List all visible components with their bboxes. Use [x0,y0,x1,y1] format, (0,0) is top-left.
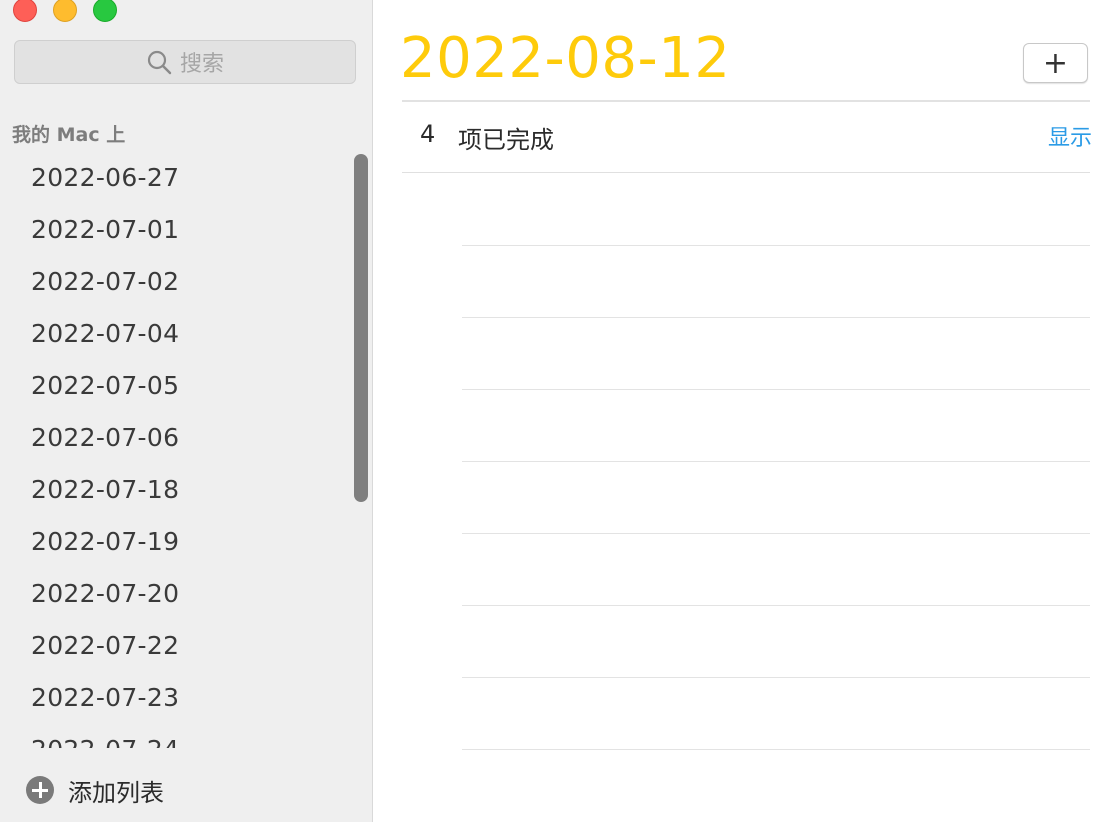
divider [402,172,1090,173]
zoom-window-button[interactable] [93,0,117,22]
add-circle-icon [26,776,54,804]
empty-reminder-row[interactable] [462,677,1090,678]
sidebar-list: 2022-06-27 2022-07-01 2022-07-02 2022-07… [0,152,350,748]
completed-count: 4 [420,120,436,148]
sidebar-list-item[interactable]: 2022-07-22 [0,620,350,672]
empty-reminder-row[interactable] [462,245,1090,246]
search-placeholder: 搜索 [179,52,224,77]
sidebar-list-item[interactable]: 2022-07-23 [0,672,350,724]
window-controls [13,0,117,22]
empty-reminder-row[interactable] [462,533,1090,534]
close-window-button[interactable] [13,0,37,22]
sidebar-list-item[interactable]: 2022-07-19 [0,516,350,568]
empty-reminder-row[interactable] [462,461,1090,462]
sidebar-list-item[interactable]: 2022-07-04 [0,308,350,360]
empty-reminder-row[interactable] [462,317,1090,318]
sidebar-scrollbar[interactable] [354,154,368,502]
sidebar-list-item[interactable]: 2022-07-06 [0,412,350,464]
sidebar-list-item[interactable]: 2022-07-01 [0,204,350,256]
empty-reminder-row[interactable] [462,749,1090,750]
show-completed-link[interactable]: 显示 [1048,120,1092,152]
list-title: 2022-08-12 [400,26,731,91]
sidebar-list-item[interactable]: 2022-07-24 [0,724,350,748]
section-title-on-my-mac: 我的 Mac 上 [12,124,126,146]
sidebar-list-item[interactable]: 2022-07-18 [0,464,350,516]
search-icon [147,50,172,75]
sidebar-list-item[interactable]: 2022-07-02 [0,256,350,308]
sidebar: 搜索 我的 Mac 上 2022-06-27 2022-07-01 2022-0… [0,0,373,822]
sidebar-list-item[interactable]: 2022-07-05 [0,360,350,412]
plus-icon: + [1042,45,1069,81]
add-reminder-button[interactable]: + [1023,43,1088,83]
minimize-window-button[interactable] [53,0,77,22]
sidebar-list-item[interactable]: 2022-07-20 [0,568,350,620]
completed-summary-row: 4 项已完成 显示 [402,102,1092,172]
add-list-button[interactable]: 添加列表 [26,772,164,808]
empty-reminder-row[interactable] [462,605,1090,606]
sidebar-list-item[interactable]: 2022-06-27 [0,152,350,204]
add-list-label: 添加列表 [68,778,164,807]
empty-reminder-row[interactable] [462,389,1090,390]
completed-label: 项已完成 [458,126,554,154]
search-field[interactable]: 搜索 [14,40,356,84]
